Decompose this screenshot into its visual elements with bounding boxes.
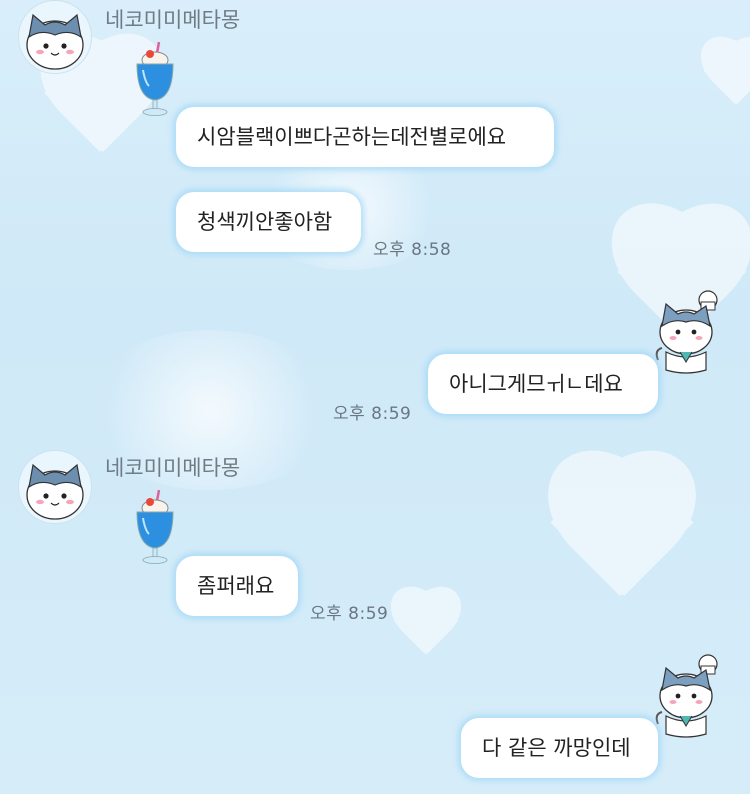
blue-cream-soda-icon xyxy=(136,489,174,564)
message-bubble[interactable]: 다 같은 까망인데 xyxy=(461,718,658,778)
message-bubble[interactable]: 시암블랙이쁘다곤하는데전별로에요 xyxy=(176,107,554,167)
blue-cream-soda-icon xyxy=(136,41,174,116)
message-time: 오후 8:59 xyxy=(333,404,412,424)
hachiware-cat-avatar-icon xyxy=(26,463,84,520)
sender-avatar[interactable] xyxy=(18,450,92,524)
message-time: 오후 8:59 xyxy=(310,604,389,624)
background-heart xyxy=(380,590,470,670)
background-heart xyxy=(690,40,750,120)
sender-avatar[interactable] xyxy=(18,0,92,74)
sender-name: 네코미미메타몽 xyxy=(105,456,241,480)
message-bubble[interactable]: 아니그게므ㅟㄴ데요 xyxy=(428,354,658,414)
sender-sticker xyxy=(133,489,177,570)
chef-cat-avatar-icon xyxy=(655,654,718,738)
hachiware-cat-avatar-icon xyxy=(26,13,84,70)
self-avatar xyxy=(650,290,728,380)
message-bubble[interactable]: 좀퍼래요 xyxy=(176,556,298,616)
chef-cat-avatar-icon xyxy=(655,290,718,374)
background-heart xyxy=(520,460,720,630)
sender-name: 네코미미메타몽 xyxy=(105,8,241,32)
message-time: 오후 8:58 xyxy=(373,240,452,260)
self-avatar xyxy=(650,654,728,744)
sender-sticker xyxy=(133,41,177,122)
message-bubble[interactable]: 청색끼안좋아함 xyxy=(176,192,361,252)
